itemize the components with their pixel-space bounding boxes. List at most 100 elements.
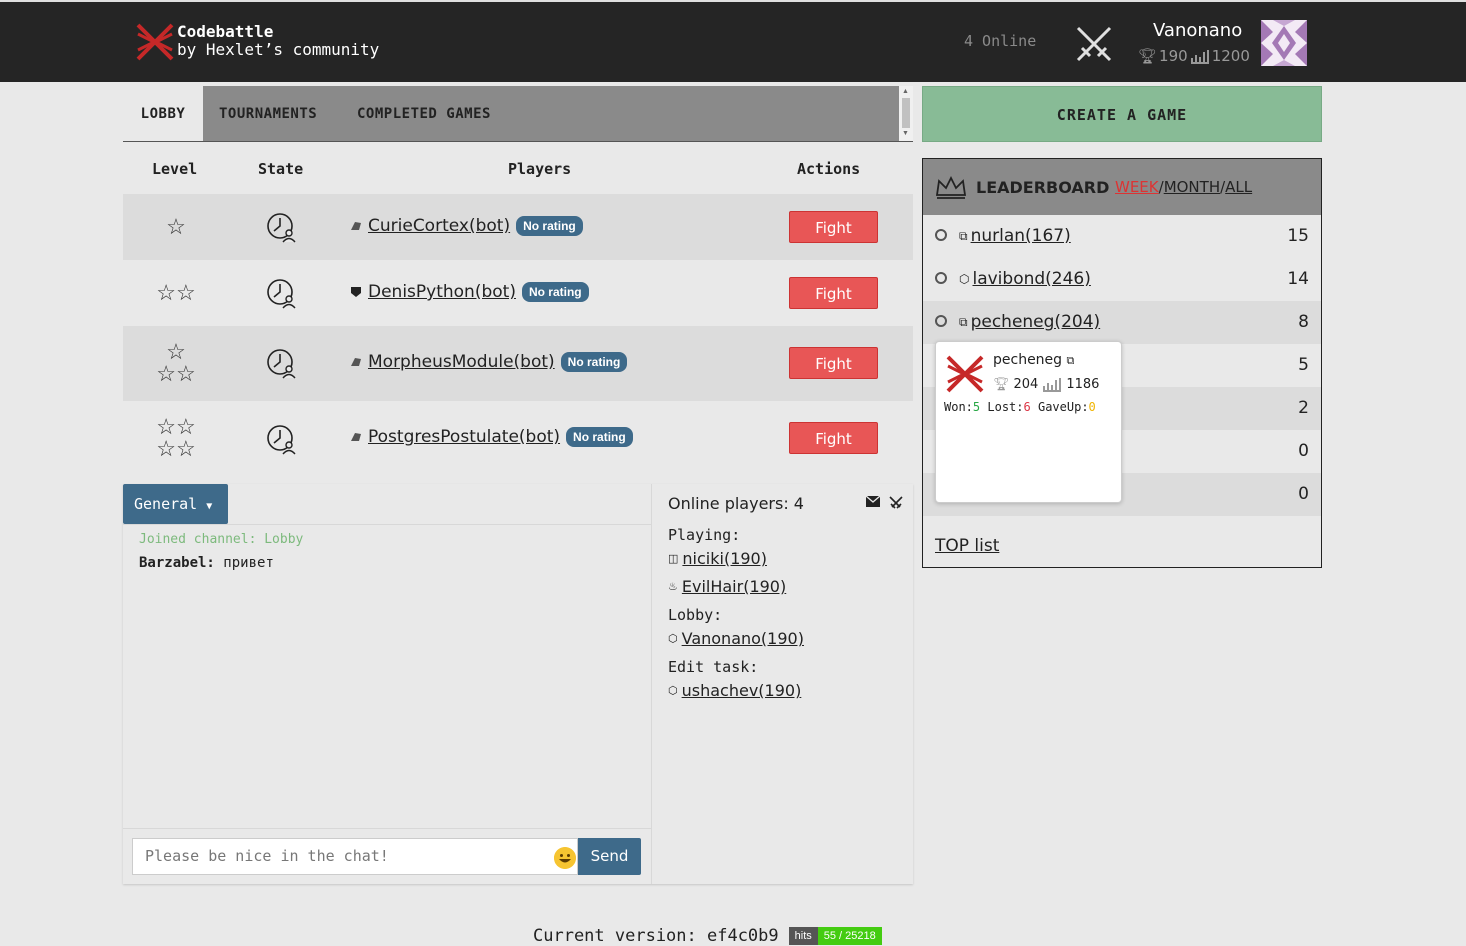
message-author[interactable]: Barzabel: bbox=[139, 555, 215, 571]
tab-completed-games[interactable]: COMPLETED GAMES bbox=[357, 86, 491, 141]
popover-stats: 🏆︎ 204 1186 bbox=[993, 376, 1099, 392]
channel-dropdown[interactable]: General ▼ bbox=[123, 484, 228, 524]
lost-label: Lost: bbox=[987, 400, 1024, 414]
filter-all[interactable]: ALL bbox=[1225, 178, 1252, 196]
leaderboard-user-link[interactable]: pecheneg(204) bbox=[971, 312, 1101, 332]
leaderboard-score: 0 bbox=[1298, 484, 1309, 504]
send-button[interactable]: Send bbox=[578, 838, 641, 875]
playing-label: Playing: bbox=[668, 526, 741, 544]
crown-icon bbox=[935, 175, 967, 199]
table-row: ☆ ☆☆ MorpheusModule(bot) No rating Fight bbox=[123, 326, 913, 401]
java-icon: ♨ bbox=[668, 580, 678, 593]
won-count: 5 bbox=[972, 400, 981, 414]
user-rating: 190 bbox=[1159, 47, 1188, 65]
leaderboard-score: 14 bbox=[1287, 269, 1309, 289]
level-stars: ☆ ☆☆ bbox=[156, 339, 196, 386]
col-players: Players bbox=[508, 160, 572, 178]
trophy-icon: 🏆︎ bbox=[1138, 47, 1158, 65]
player-cell: PostgresPostulate(bot) No rating bbox=[350, 427, 633, 447]
chat-panel: General ▼ Joined channel: Lobby Barzabel… bbox=[123, 484, 913, 884]
channel-name: General bbox=[134, 495, 198, 513]
leaderboard-user-link[interactable]: nurlan(167) bbox=[971, 226, 1071, 246]
leaderboard-row: ⧉ pecheneg(204) 8 bbox=[923, 301, 1321, 344]
brand-title[interactable]: Codebattle by Hexlet’s community bbox=[177, 23, 379, 59]
clojure-icon: ◫ bbox=[668, 552, 679, 565]
online-user-link[interactable]: niciki(190) bbox=[682, 549, 767, 568]
player-cell: DenisPython(bot) No rating bbox=[350, 282, 589, 302]
waiting-clock-icon bbox=[267, 425, 296, 455]
emoji-icon[interactable] bbox=[554, 847, 576, 869]
filter-month[interactable]: MONTH bbox=[1164, 178, 1220, 196]
filter-week[interactable]: WEEK bbox=[1115, 178, 1159, 196]
scrollbar-thumb[interactable] bbox=[902, 98, 910, 128]
crossed-swords-icon[interactable] bbox=[1072, 22, 1116, 66]
divider bbox=[123, 524, 651, 525]
online-user-link[interactable]: EvilHair(190) bbox=[682, 577, 786, 596]
level-stars: ☆☆ bbox=[156, 280, 196, 305]
popover-results: Won:5 Lost:6 GaveUp:0 bbox=[944, 400, 1096, 414]
rating-badge: No rating bbox=[516, 216, 583, 236]
period-filters: WEEK/MONTH/ALL bbox=[1115, 178, 1252, 196]
col-actions: Actions bbox=[797, 160, 861, 178]
user-name[interactable]: Vanonano bbox=[1153, 20, 1242, 41]
brand-name: Codebattle bbox=[177, 22, 274, 41]
fight-button[interactable]: Fight bbox=[789, 347, 878, 379]
fight-button[interactable]: Fight bbox=[789, 211, 878, 243]
scroll-down-icon[interactable]: ▼ bbox=[902, 130, 909, 137]
online-status-icon bbox=[935, 229, 947, 241]
fight-button[interactable]: Fight bbox=[789, 277, 878, 309]
js-icon bbox=[351, 433, 361, 441]
player-cell: CurieCortex(bot) No rating bbox=[350, 216, 583, 236]
tab-tournaments[interactable]: TOURNAMENTS bbox=[219, 86, 317, 141]
chat-messages-area: General ▼ Joined channel: Lobby Barzabel… bbox=[123, 484, 652, 884]
table-header: Level State Players Actions bbox=[123, 142, 913, 194]
online-status-icon bbox=[935, 272, 947, 284]
top-list-link[interactable]: TOP list bbox=[935, 536, 999, 556]
caret-down-icon: ▼ bbox=[206, 501, 213, 512]
online-user-link[interactable]: Vanonano(190) bbox=[682, 629, 804, 648]
online-user-link[interactable]: ushachev(190) bbox=[682, 681, 802, 700]
brand-subtitle: by Hexlet’s community bbox=[177, 40, 380, 59]
ruby-icon: ⬡ bbox=[668, 632, 678, 645]
online-user: ♨ EvilHair(190) bbox=[668, 577, 786, 596]
fight-button[interactable]: Fight bbox=[789, 422, 878, 454]
footer: Current version: ef4c0b9 hits 55 / 25218 bbox=[533, 926, 882, 946]
rating-badge: No rating bbox=[566, 427, 633, 447]
lobby-table: Level State Players Actions ☆ CurieCorte… bbox=[123, 142, 913, 476]
rating-badge: No rating bbox=[521, 282, 589, 302]
leaderboard-user-link[interactable]: lavibond(246) bbox=[972, 269, 1090, 289]
leaderboard-row: ⧉ nurlan(167) 15 bbox=[923, 215, 1321, 258]
table-row: ☆☆ DenisPython(bot) No rating Fight bbox=[123, 260, 913, 326]
scroll-up-icon[interactable]: ▲ bbox=[902, 88, 909, 95]
chat-input[interactable]: Please be nice in the chat! bbox=[132, 838, 578, 875]
leaderboard-user: ⧉ nurlan(167) bbox=[959, 226, 1071, 246]
hits-value: 55 / 25218 bbox=[817, 927, 882, 945]
crossed-swords-icon[interactable] bbox=[888, 496, 904, 510]
codebattle-logo-icon[interactable] bbox=[136, 22, 174, 62]
chat-placeholder: Please be nice in the chat! bbox=[145, 847, 389, 865]
col-level: Level bbox=[152, 160, 198, 178]
waiting-clock-icon bbox=[267, 213, 296, 243]
ruby-icon: ⬡ bbox=[959, 272, 970, 286]
js-icon bbox=[351, 358, 361, 366]
chat-input-bar: Please be nice in the chat! Send bbox=[123, 828, 651, 885]
online-user: ◫ niciki(190) bbox=[668, 549, 767, 568]
leaderboard-header: LEADERBOARD WEEK/MONTH/ALL bbox=[923, 159, 1321, 215]
envelope-icon[interactable] bbox=[866, 496, 880, 507]
player-link[interactable]: MorpheusModule(bot) bbox=[368, 352, 555, 372]
tab-lobby[interactable]: LOBBY bbox=[123, 86, 203, 141]
system-message: Joined channel: Lobby bbox=[139, 532, 304, 547]
player-link[interactable]: CurieCortex(bot) bbox=[368, 216, 510, 236]
user-avatar[interactable] bbox=[1261, 20, 1307, 66]
table-row: ☆ CurieCortex(bot) No rating Fight bbox=[123, 194, 913, 260]
player-link[interactable]: DenisPython(bot) bbox=[368, 282, 516, 302]
message-text: привет bbox=[223, 555, 274, 571]
chat-message: Barzabel: привет bbox=[139, 555, 274, 571]
create-game-button[interactable]: CREATE A GAME bbox=[922, 86, 1322, 142]
rating-badge: No rating bbox=[560, 352, 628, 372]
leaderboard-score: 0 bbox=[1298, 441, 1309, 461]
tabs-scrollbar[interactable]: ▲ ▼ bbox=[899, 86, 913, 141]
lost-count: 6 bbox=[1023, 400, 1031, 414]
level-stars: ☆ bbox=[166, 214, 186, 239]
player-link[interactable]: PostgresPostulate(bot) bbox=[368, 427, 560, 447]
